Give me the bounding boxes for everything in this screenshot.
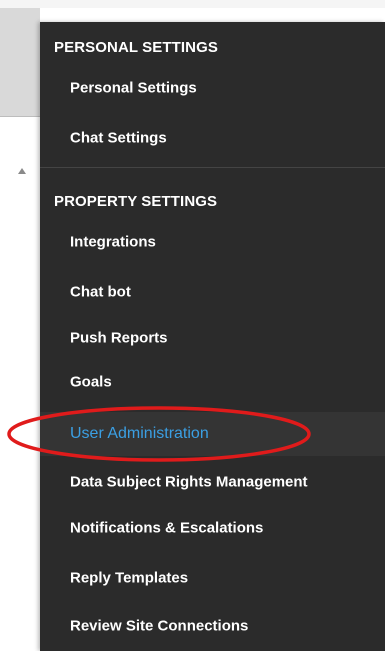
menu-item-goals[interactable]: Goals (40, 360, 385, 404)
menu-section-divider (40, 167, 385, 168)
menu-item-reply-templates[interactable]: Reply Templates (40, 556, 385, 600)
property-settings-header: PROPERTY SETTINGS (54, 193, 218, 210)
menu-item-label: Chat bot (70, 283, 131, 301)
menu-item-label: Push Reports (70, 329, 168, 347)
caret-up-icon (18, 168, 26, 174)
menu-item-chat-bot[interactable]: Chat bot (40, 270, 385, 314)
menu-item-label-active: User Administration (70, 425, 209, 442)
menu-item-review-site-connections[interactable]: Review Site Connections (40, 604, 385, 648)
menu-item-integrations[interactable]: Integrations (40, 220, 385, 264)
menu-item-data-subject-rights-management[interactable]: Data Subject Rights Management (40, 460, 385, 504)
menu-item-notifications-escalations[interactable]: Notifications & Escalations (40, 506, 385, 550)
screenshot-stage: PERSONAL SETTINGS Personal Settings Chat… (0, 0, 385, 651)
page-content-background (0, 117, 40, 651)
menu-item-push-reports[interactable]: Push Reports (40, 316, 385, 360)
menu-item-user-administration[interactable]: User Administration (40, 412, 385, 456)
settings-dropdown-menu: PERSONAL SETTINGS Personal Settings Chat… (40, 22, 385, 651)
page-top-strip (0, 0, 385, 8)
menu-item-label: Review Site Connections (70, 617, 249, 635)
menu-item-label: Personal Settings (70, 79, 197, 97)
menu-item-label: Data Subject Rights Management (70, 473, 308, 491)
menu-item-label: Integrations (70, 233, 156, 251)
menu-item-chat-settings[interactable]: Chat Settings (40, 116, 385, 160)
menu-item-label: Reply Templates (70, 569, 189, 587)
menu-item-personal-settings[interactable]: Personal Settings (40, 66, 385, 110)
page-header-background (0, 8, 40, 116)
menu-item-label: Notifications & Escalations (70, 519, 264, 537)
menu-item-label: Chat Settings (70, 129, 167, 147)
personal-settings-header: PERSONAL SETTINGS (54, 39, 218, 56)
menu-item-label: Goals (70, 373, 112, 391)
